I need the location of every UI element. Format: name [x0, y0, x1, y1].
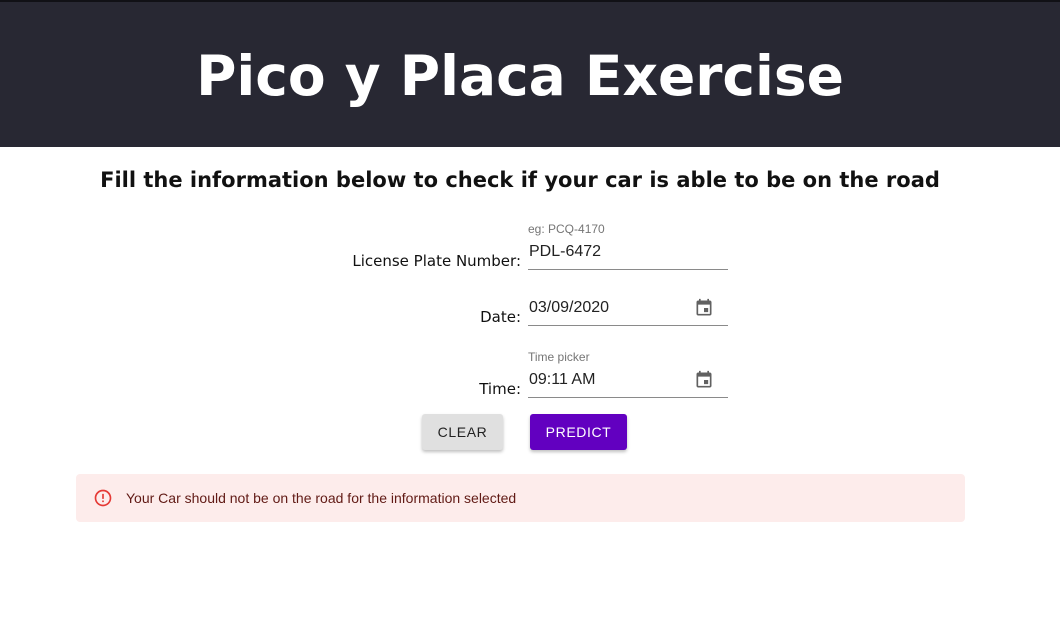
calendar-icon[interactable]: [694, 298, 714, 318]
time-value: 09:11 AM: [529, 371, 596, 388]
date-input[interactable]: 03/09/2020: [528, 297, 728, 326]
page-title: Pico y Placa Exercise: [196, 44, 844, 108]
time-label: Time:: [479, 380, 521, 398]
clear-button[interactable]: Clear: [422, 414, 503, 450]
time-helper-text: Time picker: [528, 350, 590, 364]
plate-value: PDL-6472: [529, 243, 602, 260]
time-input[interactable]: 09:11 AM: [528, 369, 728, 398]
app-header: Pico y Placa Exercise: [0, 0, 1060, 147]
predict-button[interactable]: Predict: [530, 414, 627, 450]
calendar-icon[interactable]: [694, 370, 714, 390]
date-value: 03/09/2020: [529, 299, 610, 316]
plate-input[interactable]: PDL-6472: [528, 241, 728, 270]
alert-message: Your Car should not be on the road for t…: [126, 490, 517, 506]
plate-helper-text: eg: PCQ-4170: [528, 222, 605, 236]
error-outline-icon: [94, 489, 112, 507]
plate-label: License Plate Number:: [352, 252, 521, 270]
error-alert: Your Car should not be on the road for t…: [76, 474, 965, 522]
date-label: Date:: [480, 308, 521, 326]
form-instructions: Fill the information below to check if y…: [100, 168, 940, 192]
